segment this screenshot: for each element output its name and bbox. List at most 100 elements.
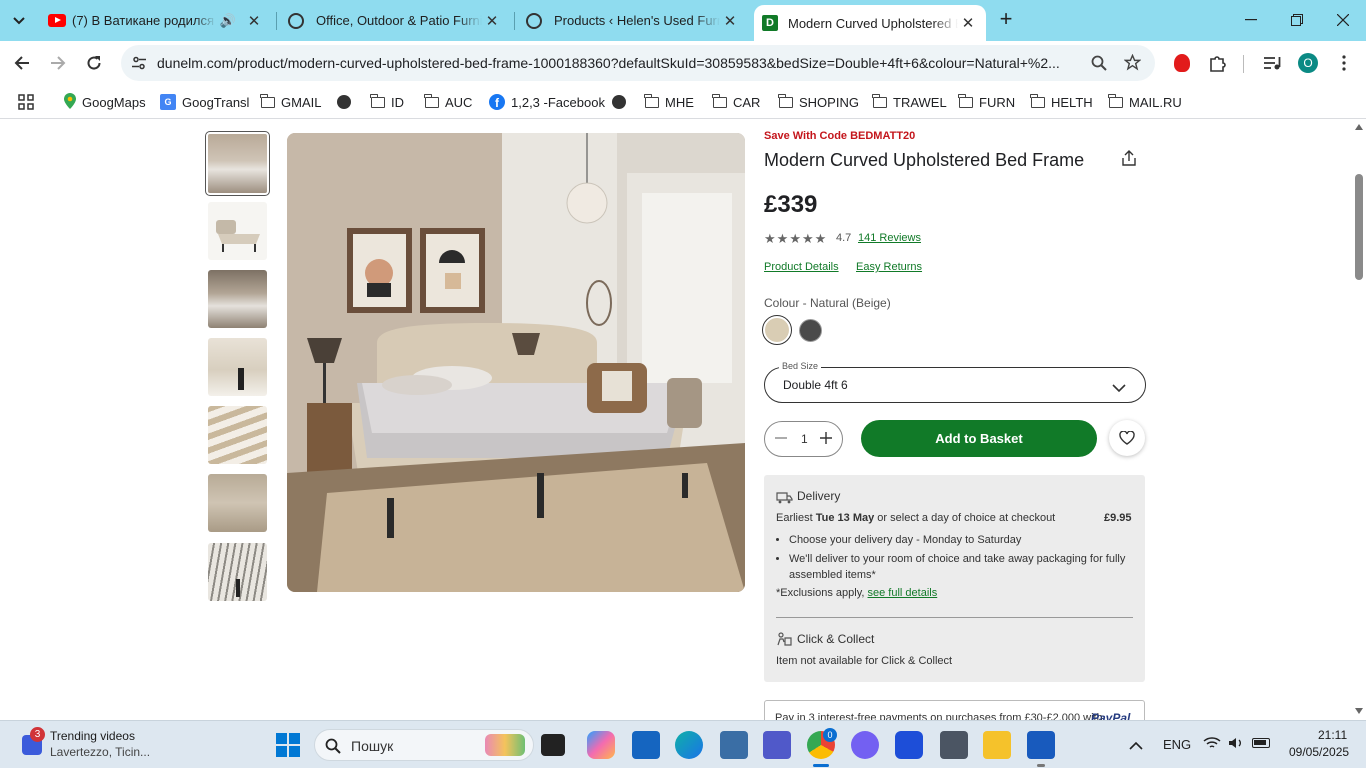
edge-icon[interactable] (675, 731, 703, 759)
close-window-button[interactable] (1320, 0, 1366, 40)
widget-badge: 3 (30, 727, 45, 742)
scroll-up-arrow[interactable] (1355, 124, 1363, 130)
thumbnail-2[interactable] (208, 202, 267, 260)
tab-dunelm-active[interactable]: D Modern Curved Upholstered Bed Frame ✕ (754, 5, 986, 41)
bookmark-googtransl[interactable]: G GoogTransl (160, 92, 249, 112)
taskbar-search[interactable]: Пошук (314, 729, 534, 761)
show-hidden-icons-button[interactable] (1129, 737, 1143, 755)
teams-icon[interactable] (763, 731, 791, 759)
see-full-details-link[interactable]: see full details (868, 587, 938, 599)
url-text[interactable]: dunelm.com/product/modern-curved-upholst… (157, 55, 1077, 71)
product-details-link[interactable]: Product Details (764, 261, 839, 273)
bookmark-helth[interactable]: HELTH (1030, 92, 1093, 112)
page-scrollbar[interactable] (1352, 120, 1366, 720)
reload-button[interactable] (80, 49, 108, 77)
minimize-icon (1245, 19, 1257, 21)
tab-office-outdoor[interactable]: Office, Outdoor & Patio Furniture ✕ (280, 0, 510, 41)
tab-search-button[interactable] (8, 10, 30, 32)
thumbnail-6[interactable] (208, 474, 267, 532)
bookmark-trawel[interactable]: TRAWEL (872, 92, 947, 112)
widget-title: Trending videos (50, 729, 135, 743)
quantity-stepper[interactable]: 1 (764, 421, 843, 457)
thumbnail-5[interactable] (208, 406, 267, 464)
apps-grid-icon (18, 94, 34, 110)
scrollbar-thumb[interactable] (1355, 174, 1363, 280)
restore-button[interactable] (1274, 0, 1320, 40)
thumbnail-3[interactable] (208, 270, 267, 328)
bookmark-globe-2[interactable] (612, 92, 626, 112)
chevron-up-icon (1129, 741, 1143, 750)
bookmark-star-icon[interactable] (1123, 53, 1142, 76)
profile-avatar[interactable]: O (1294, 49, 1322, 77)
close-icon[interactable]: ✕ (482, 12, 502, 30)
main-product-image[interactable] (287, 133, 745, 592)
bookmark-car[interactable]: CAR (712, 92, 760, 112)
malwarebytes-icon[interactable] (895, 731, 923, 759)
bookmark-mailru[interactable]: MAIL.RU (1108, 92, 1182, 112)
people-app-icon[interactable] (720, 731, 748, 759)
battery-icon[interactable] (1252, 738, 1270, 748)
bookmark-furn[interactable]: FURN (958, 92, 1015, 112)
thumbnail-1-selected[interactable] (205, 131, 270, 196)
swatch-natural[interactable] (762, 315, 792, 345)
word-icon[interactable] (1027, 731, 1055, 759)
start-button[interactable] (276, 733, 300, 762)
tab-youtube[interactable]: (7) В Ватикане родился Лев 🔊 ✕ (40, 0, 272, 41)
viber-icon[interactable] (851, 731, 879, 759)
easy-returns-link[interactable]: Easy Returns (856, 261, 922, 273)
task-view-icon[interactable] (541, 734, 565, 756)
bookmark-gmail[interactable]: GMAIL (260, 92, 321, 112)
close-icon[interactable]: ✕ (244, 12, 264, 30)
divider (776, 617, 1133, 618)
speaker-icon[interactable]: 🔊 (220, 13, 236, 29)
forward-button[interactable] (44, 49, 72, 77)
volume-icon[interactable] (1228, 736, 1244, 755)
folder-icon (370, 93, 385, 108)
plus-icon[interactable] (820, 431, 832, 449)
apps-button[interactable] (18, 92, 34, 112)
language-indicator[interactable]: ENG (1163, 737, 1191, 752)
bookmark-mhe[interactable]: MHE (644, 92, 694, 112)
thumbnail-4[interactable] (208, 338, 267, 396)
calculator-icon[interactable] (940, 731, 968, 759)
clock-time[interactable]: 21:11 (1318, 728, 1347, 742)
bookmark-shoping[interactable]: SHOPING (778, 92, 859, 112)
clock-date[interactable]: 09/05/2025 (1289, 745, 1349, 759)
bookmark-facebook[interactable]: f 1,2,3 -Facebook (489, 92, 605, 112)
bookmark-id[interactable]: ID (370, 92, 404, 112)
bookmark-globe-1[interactable] (337, 92, 351, 112)
bed-size-select[interactable]: Bed Size Double 4ft 6 (764, 361, 1146, 403)
bookmark-googmaps[interactable]: GoogMaps (64, 92, 146, 112)
quantity-value[interactable]: 1 (801, 432, 808, 446)
reviews-link[interactable]: 141 Reviews (858, 232, 921, 244)
notes-app-icon[interactable] (632, 731, 660, 759)
widgets-button[interactable]: 3 Trending videos Lavertezzo, Ticin... (18, 727, 188, 761)
site-info-icon[interactable] (131, 55, 147, 76)
puzzle-icon (1210, 56, 1226, 72)
media-control-button[interactable] (1258, 49, 1286, 77)
file-explorer-icon[interactable] (983, 731, 1011, 759)
tab-products-helen[interactable]: Products ‹ Helen's Used Furniture ✕ (518, 0, 748, 41)
share-button[interactable] (1122, 150, 1136, 171)
new-tab-button[interactable]: + (994, 8, 1018, 32)
zoom-icon[interactable] (1091, 55, 1107, 76)
thumbnail-7[interactable] (208, 543, 267, 601)
bookmark-auc[interactable]: AUC (424, 92, 472, 112)
copilot-icon[interactable] (587, 731, 615, 759)
minimize-button[interactable] (1228, 0, 1274, 40)
add-to-basket-button[interactable]: Add to Basket (861, 420, 1097, 457)
extensions-button[interactable] (1204, 49, 1232, 77)
wishlist-button[interactable] (1109, 420, 1145, 456)
tab-strip: (7) В Ватикане родился Лев 🔊 ✕ Office, O… (0, 0, 1366, 41)
minus-icon[interactable] (775, 431, 787, 449)
extension-adblock-button[interactable] (1168, 49, 1196, 77)
swatch-charcoal[interactable] (799, 319, 822, 342)
menu-button[interactable] (1330, 49, 1358, 77)
scroll-down-arrow[interactable] (1355, 708, 1363, 714)
back-button[interactable] (8, 49, 36, 77)
close-icon[interactable]: ✕ (958, 14, 978, 32)
wifi-icon[interactable] (1203, 736, 1221, 755)
close-icon[interactable]: ✕ (720, 12, 740, 30)
kebab-menu-icon (1342, 55, 1346, 71)
address-bar[interactable]: dunelm.com/product/modern-curved-upholst… (121, 45, 1155, 81)
